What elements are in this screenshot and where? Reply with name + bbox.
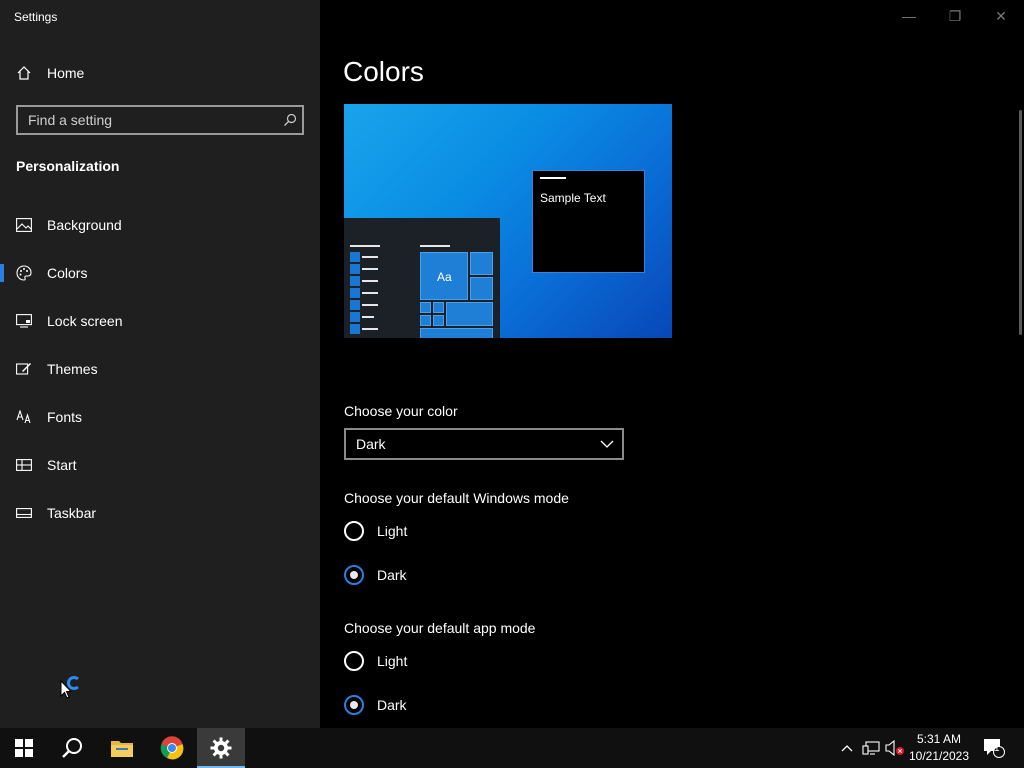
scrollbar[interactable] bbox=[1019, 110, 1022, 335]
color-mode-dropdown[interactable]: Dark bbox=[344, 428, 624, 460]
windows-mode-label: Choose your default Windows mode bbox=[344, 490, 569, 506]
palette-icon bbox=[16, 265, 32, 281]
volume-muted-icon[interactable] bbox=[884, 728, 906, 768]
font-icon bbox=[16, 409, 32, 425]
sidebar-item-label: Taskbar bbox=[47, 505, 97, 521]
notification-count: 1 bbox=[994, 743, 1000, 754]
system-clock[interactable]: 5:31 AM 10/21/2023 bbox=[906, 731, 972, 765]
windows-mode-dark-radio[interactable]: Dark bbox=[344, 564, 407, 586]
close-button[interactable]: ✕ bbox=[978, 0, 1024, 32]
network-icon[interactable] bbox=[861, 728, 881, 768]
search-input[interactable]: Find a setting bbox=[18, 112, 278, 128]
sidebar-item-lock-screen[interactable]: Lock screen bbox=[0, 301, 320, 341]
sidebar-item-fonts[interactable]: Fonts bbox=[0, 397, 320, 437]
chevron-up-icon[interactable] bbox=[838, 728, 856, 768]
brush-icon bbox=[16, 361, 32, 377]
lock-screen-icon bbox=[16, 313, 32, 329]
section-title: Personalization bbox=[16, 158, 120, 174]
taskbar: 5:31 AM 10/21/2023 1 bbox=[0, 728, 1024, 768]
radio-circle-selected[interactable] bbox=[344, 695, 364, 715]
dropdown-value: Dark bbox=[356, 436, 386, 452]
sidebar-item-colors[interactable]: Colors bbox=[0, 253, 320, 293]
preview-tile-text: Aa bbox=[437, 270, 452, 284]
chrome-icon[interactable] bbox=[148, 728, 196, 768]
search-box[interactable]: Find a setting bbox=[16, 105, 304, 135]
sidebar-item-label: Start bbox=[47, 457, 77, 473]
home-nav-item[interactable]: Home bbox=[16, 62, 84, 84]
chevron-down-icon bbox=[592, 440, 622, 448]
windows-mode-light-radio[interactable]: Light bbox=[344, 520, 407, 542]
preview-sample-text: Sample Text bbox=[540, 191, 606, 205]
sidebar-item-label: Themes bbox=[47, 361, 98, 377]
busy-spinner-icon bbox=[67, 676, 81, 690]
radio-circle-selected[interactable] bbox=[344, 565, 364, 585]
color-preview: Aa Sample Text bbox=[344, 104, 672, 338]
sidebar-item-start[interactable]: Start bbox=[0, 445, 320, 485]
image-icon bbox=[16, 217, 32, 233]
sidebar-item-background[interactable]: Background bbox=[0, 205, 320, 245]
radio-label: Light bbox=[377, 523, 408, 539]
preview-window: Sample Text bbox=[532, 170, 645, 273]
settings-icon[interactable] bbox=[197, 728, 245, 768]
sidebar-item-label: Background bbox=[47, 217, 122, 233]
app-mode-label: Choose your default app mode bbox=[344, 620, 536, 636]
radio-label: Dark bbox=[377, 567, 407, 583]
app-mode-dark-radio[interactable]: Dark bbox=[344, 694, 407, 716]
radio-circle[interactable] bbox=[344, 521, 364, 541]
sidebar: Settings Home Find a setting Personaliza… bbox=[0, 0, 320, 728]
sidebar-item-label: Lock screen bbox=[47, 313, 123, 329]
clock-time: 5:31 AM bbox=[916, 732, 962, 746]
sidebar-item-label: Colors bbox=[47, 265, 88, 281]
restore-button[interactable]: ❐ bbox=[932, 0, 978, 32]
start-icon bbox=[16, 457, 32, 473]
preview-start-menu: Aa bbox=[344, 218, 500, 338]
app-mode-light-radio[interactable]: Light bbox=[344, 650, 407, 672]
sidebar-item-label: Fonts bbox=[47, 409, 83, 425]
action-center-icon[interactable]: 1 bbox=[980, 728, 1008, 768]
minimize-button[interactable]: — bbox=[886, 0, 932, 32]
radio-label: Light bbox=[377, 653, 408, 669]
file-explorer-icon[interactable] bbox=[98, 728, 146, 768]
windows-start-icon[interactable] bbox=[0, 728, 48, 768]
page-title: Colors bbox=[343, 56, 424, 87]
choose-color-label: Choose your color bbox=[344, 403, 458, 419]
search-icon[interactable] bbox=[278, 113, 302, 127]
home-icon bbox=[16, 65, 32, 81]
sidebar-item-themes[interactable]: Themes bbox=[0, 349, 320, 389]
taskbar-icon bbox=[16, 505, 32, 521]
radio-circle[interactable] bbox=[344, 651, 364, 671]
main-content: — ❐ ✕ Colors Aa Sample Text Choose your … bbox=[320, 0, 1024, 728]
sidebar-item-taskbar[interactable]: Taskbar bbox=[0, 493, 320, 533]
clock-date: 10/21/2023 bbox=[908, 749, 970, 763]
app-title: Settings bbox=[14, 10, 58, 24]
home-label: Home bbox=[47, 65, 85, 81]
radio-label: Dark bbox=[377, 697, 407, 713]
search-icon[interactable] bbox=[48, 728, 96, 768]
